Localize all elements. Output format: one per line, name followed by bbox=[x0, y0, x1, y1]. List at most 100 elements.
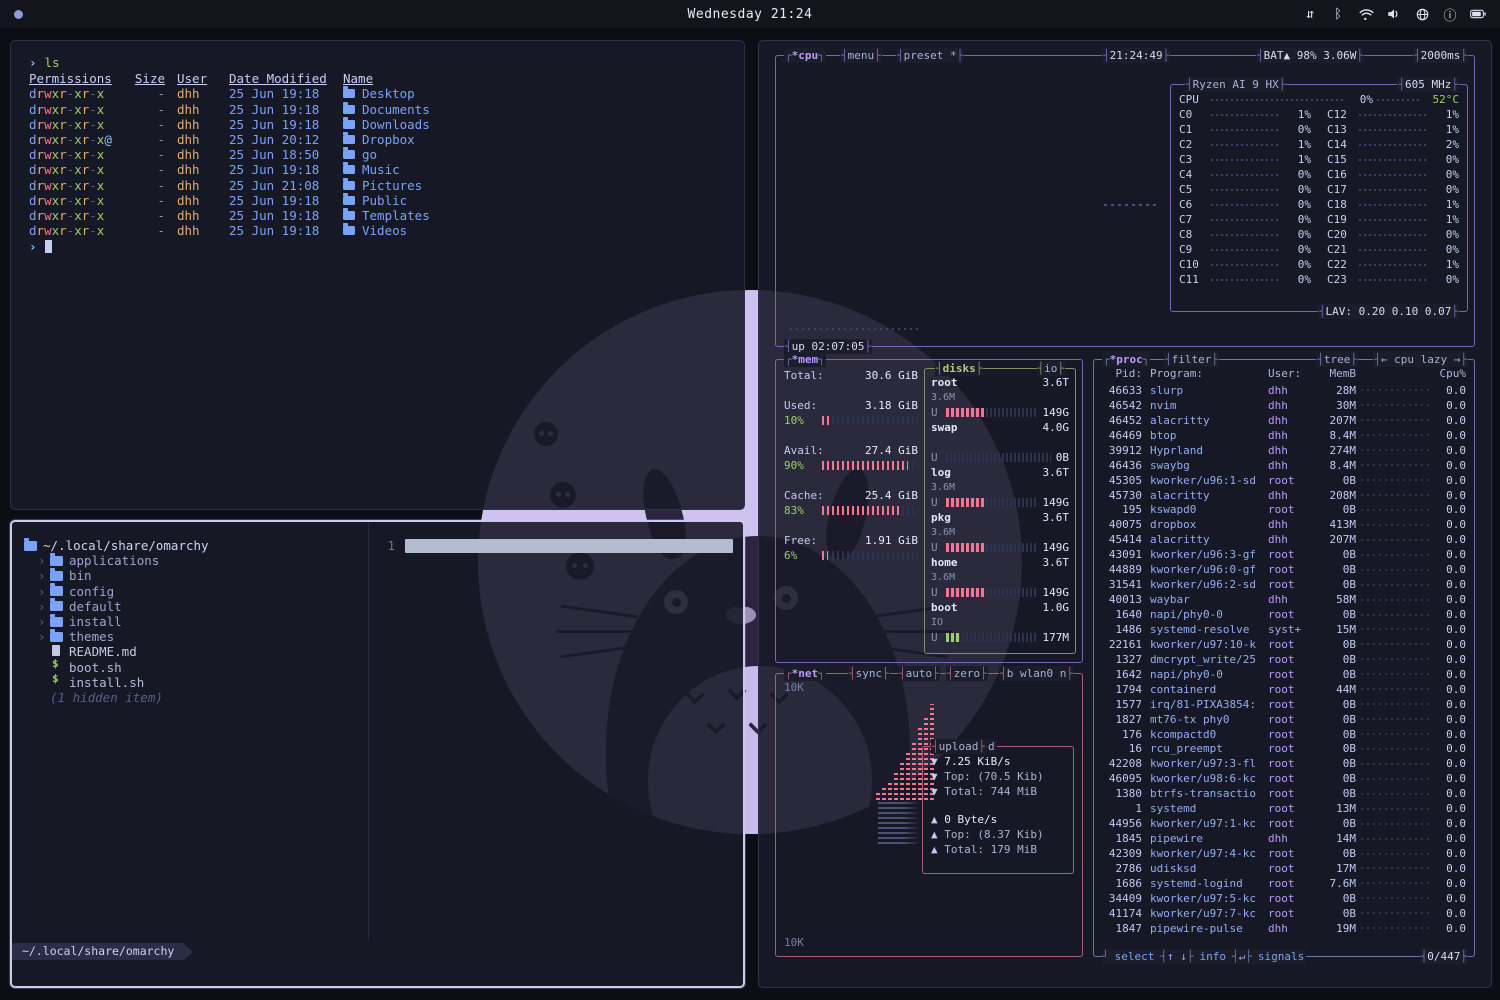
proc-row[interactable]: 45414 alacritty dhh 207M 0.0 bbox=[1102, 532, 1466, 547]
signals-action[interactable]: signals bbox=[1256, 949, 1306, 964]
proc-row[interactable]: 40013 waybar dhh 58M 0.0 bbox=[1102, 592, 1466, 607]
proc-row[interactable]: 1794 containerd root 44M 0.0 bbox=[1102, 682, 1466, 697]
proc-row[interactable]: 1845 pipewire dhh 14M 0.0 bbox=[1102, 831, 1466, 846]
proc-row[interactable]: 1577 irq/81-PIXA3854: root 0B 0.0 bbox=[1102, 697, 1466, 712]
proc-row[interactable]: 1686 systemd-logind root 7.6M 0.0 bbox=[1102, 876, 1466, 891]
tree-item[interactable]: › config bbox=[24, 584, 368, 599]
menu-button[interactable]: menu bbox=[840, 48, 882, 63]
net-sync-toggle[interactable]: sync bbox=[848, 666, 890, 681]
globe-icon[interactable] bbox=[1414, 6, 1430, 22]
preset-button[interactable]: preset * bbox=[896, 48, 964, 63]
select-action[interactable]: select bbox=[1113, 949, 1157, 964]
btop-window[interactable]: *cpu menu preset * 21:24:49 BAT▲ 98% 3.0… bbox=[758, 40, 1492, 988]
disk-meter bbox=[946, 408, 1038, 417]
proc-filter-button[interactable]: filter bbox=[1164, 352, 1219, 367]
proc-row[interactable]: 1827 mt76-tx phy0 root 0B 0.0 bbox=[1102, 712, 1466, 727]
proc-header-user[interactable]: User: bbox=[1268, 366, 1312, 381]
proc-pid: 46436 bbox=[1102, 458, 1142, 473]
proc-row[interactable]: 195 kswapd0 root 0B 0.0 bbox=[1102, 503, 1466, 518]
proc-pid: 1327 bbox=[1102, 652, 1142, 667]
proc-row[interactable]: 1642 napi/phy0-0 root 0B 0.0 bbox=[1102, 667, 1466, 682]
proc-row[interactable]: 45305 kworker/u96:1-sd root 0B 0.0 bbox=[1102, 473, 1466, 488]
proc-header-mem[interactable]: MemB bbox=[1316, 366, 1356, 381]
item-label: README.md bbox=[69, 644, 137, 659]
proc-row[interactable]: 45730 alacritty dhh 208M 0.0 bbox=[1102, 488, 1466, 503]
tree-item[interactable]: › default bbox=[24, 599, 368, 614]
bluetooth-icon[interactable]: ᛒ bbox=[1330, 6, 1346, 22]
proc-row[interactable]: 42208 kworker/u97:3-fl root 0B 0.0 bbox=[1102, 756, 1466, 771]
proc-cpu: 0.0 bbox=[1434, 921, 1466, 936]
net-zero-toggle[interactable]: zero bbox=[946, 666, 988, 681]
proc-row[interactable]: 42309 kworker/u97:4-kc root 0B 0.0 bbox=[1102, 846, 1466, 861]
net-auto-toggle[interactable]: auto bbox=[898, 666, 940, 681]
proc-row[interactable]: 1640 napi/phy0-0 root 0B 0.0 bbox=[1102, 607, 1466, 622]
proc-sort-selector[interactable]: ← cpu lazy → bbox=[1373, 352, 1468, 367]
proc-header-program[interactable]: Program: bbox=[1150, 366, 1264, 381]
proc-row[interactable]: 39912 Hyprland dhh 274M 0.0 bbox=[1102, 443, 1466, 458]
file-size: - bbox=[129, 102, 165, 117]
proc-row[interactable]: 1847 pipewire-pulse dhh 19M 0.0 bbox=[1102, 921, 1466, 936]
proc-row[interactable]: 46542 nvim dhh 30M 0.0 bbox=[1102, 398, 1466, 413]
tree-item[interactable]: › boot.sh bbox=[24, 660, 368, 675]
disks-title[interactable]: disks bbox=[935, 361, 983, 376]
proc-row[interactable]: 46436 swaybg dhh 8.4M 0.0 bbox=[1102, 458, 1466, 473]
preview-pane[interactable]: 1 bbox=[368, 522, 743, 940]
cpu-box-title[interactable]: *cpu bbox=[784, 48, 826, 63]
proc-row[interactable]: 46452 alacritty dhh 207M 0.0 bbox=[1102, 413, 1466, 428]
mem-box-title[interactable]: *mem bbox=[784, 352, 826, 367]
proc-row[interactable]: 1 systemd root 13M 0.0 bbox=[1102, 801, 1466, 816]
mem-stat-label: Used: bbox=[784, 398, 865, 413]
proc-row[interactable]: 34409 kworker/u97:5-kc root 0B 0.0 bbox=[1102, 891, 1466, 906]
proc-box-title[interactable]: *proc bbox=[1102, 352, 1150, 367]
proc-row[interactable]: 46469 btop dhh 8.4M 0.0 bbox=[1102, 428, 1466, 443]
tree-item[interactable]: › install.sh bbox=[24, 675, 368, 690]
tree-item[interactable]: › (1 hidden item) bbox=[24, 690, 368, 705]
proc-row[interactable]: 176 kcompactd0 root 0B 0.0 bbox=[1102, 727, 1466, 742]
update-interval[interactable]: 2000ms bbox=[1413, 48, 1468, 63]
wifi-icon[interactable] bbox=[1358, 6, 1374, 22]
tree-root[interactable]: ~/.local/share/omarchy bbox=[24, 538, 368, 553]
proc-row[interactable]: 44956 kworker/u97:1-kc root 0B 0.0 bbox=[1102, 816, 1466, 831]
core-pct: 1% bbox=[1285, 137, 1311, 152]
update-icon[interactable]: ⇵ bbox=[1302, 6, 1318, 22]
io-toggle[interactable]: io bbox=[1037, 361, 1066, 376]
tree-item[interactable]: › README.md bbox=[24, 644, 368, 659]
file-name: Templates bbox=[343, 208, 430, 223]
tree-item[interactable]: › install bbox=[24, 614, 368, 629]
net-interface-selector[interactable]: b wlan0 n bbox=[999, 666, 1074, 681]
tree-item[interactable]: › applications bbox=[24, 553, 368, 568]
net-box-title[interactable]: *net bbox=[784, 666, 826, 681]
proc-row[interactable]: 40075 dropbox dhh 413M 0.0 bbox=[1102, 517, 1466, 532]
proc-row[interactable]: 41174 kworker/u97:7-kc root 0B 0.0 bbox=[1102, 906, 1466, 921]
download-speed: 7.25 KiB/s bbox=[931, 754, 1065, 769]
proc-row[interactable]: 44889 kworker/u96:0-gf root 0B 0.0 bbox=[1102, 562, 1466, 577]
prompt-line-2[interactable]: › bbox=[29, 239, 726, 254]
tree-item[interactable]: › bin bbox=[24, 568, 368, 583]
proc-row[interactable]: 2786 udisksd root 17M 0.0 bbox=[1102, 861, 1466, 876]
prompt-symbol: › bbox=[29, 55, 37, 70]
proc-row[interactable]: 1486 systemd-resolve syst+ 15M 0.0 bbox=[1102, 622, 1466, 637]
proc-mem: 0B bbox=[1316, 577, 1356, 592]
proc-program: kswapd0 bbox=[1150, 502, 1264, 517]
proc-row[interactable]: 1380 btrfs-transactio root 0B 0.0 bbox=[1102, 786, 1466, 801]
proc-tree-toggle[interactable]: tree bbox=[1316, 352, 1358, 367]
editor-window[interactable]: ~/.local/share/omarchy › applications › … bbox=[10, 520, 745, 988]
terminal-window-ls[interactable]: ›ls PermissionsSizeUserDate ModifiedName… bbox=[10, 40, 745, 510]
clock: Wednesday 21:24 bbox=[0, 7, 1500, 22]
info-icon[interactable]: ⓘ bbox=[1442, 6, 1458, 22]
tree-item[interactable]: › themes bbox=[24, 629, 368, 644]
core-label: C2 bbox=[1179, 137, 1207, 152]
proc-row[interactable]: 46633 slurp dhh 28M 0.0 bbox=[1102, 383, 1466, 398]
proc-header-pid[interactable]: Pid: bbox=[1102, 366, 1142, 381]
proc-row[interactable]: 46095 kworker/u98:6-kc root 0B 0.0 bbox=[1102, 771, 1466, 786]
proc-header-cpu[interactable]: Cpu% bbox=[1434, 366, 1466, 381]
proc-user: root bbox=[1268, 771, 1312, 786]
proc-row[interactable]: 31541 kworker/u96:2-sd root 0B 0.0 bbox=[1102, 577, 1466, 592]
proc-row[interactable]: 22161 kworker/u97:10-k root 0B 0.0 bbox=[1102, 637, 1466, 652]
proc-row[interactable]: 43091 kworker/u96:3-gf root 0B 0.0 bbox=[1102, 547, 1466, 562]
battery-icon[interactable] bbox=[1470, 6, 1486, 22]
proc-row[interactable]: 1327 dmcrypt_write/25 root 0B 0.0 bbox=[1102, 652, 1466, 667]
info-action[interactable]: info bbox=[1198, 949, 1229, 964]
proc-row[interactable]: 16 rcu_preempt root 0B 0.0 bbox=[1102, 742, 1466, 757]
volume-icon[interactable] bbox=[1386, 6, 1402, 22]
